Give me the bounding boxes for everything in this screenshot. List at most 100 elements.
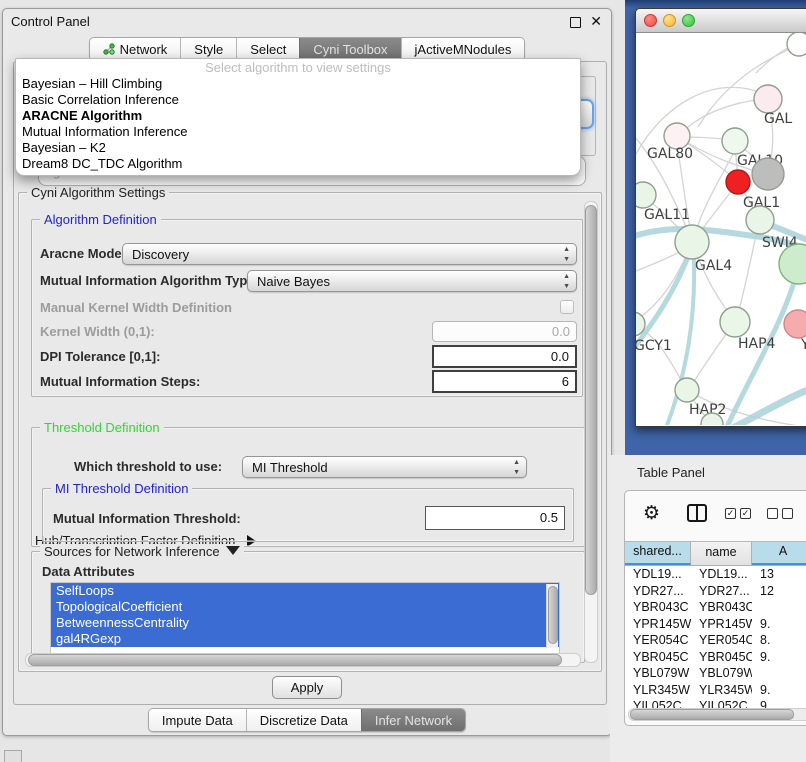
algorithm-option-dream8-dc-tdc-algorithm[interactable]: Dream8 DC_TDC Algorithm: [16, 156, 580, 172]
tab-label: Infer Network: [375, 713, 452, 728]
table-cell: 9.: [752, 616, 806, 633]
table-cell: YBR043C: [625, 599, 691, 616]
unchecked-checkbox-icon[interactable]: [782, 508, 793, 519]
tab-infer-network[interactable]: Infer Network: [361, 709, 465, 731]
network-node-gal1[interactable]: [726, 170, 750, 194]
table-row[interactable]: YDR27...YDR27...12: [625, 583, 806, 600]
tab-impute-data[interactable]: Impute Data: [149, 709, 246, 731]
table-row[interactable]: YBR043CYBR043C: [625, 599, 806, 616]
tab-select[interactable]: Select: [236, 38, 299, 60]
table-cell: YER054C: [691, 632, 752, 649]
algorithm-definition-title: Algorithm Definition: [40, 212, 161, 227]
apply-button[interactable]: Apply: [272, 676, 342, 699]
data-attributes-list[interactable]: SelfLoopsTopologicalCoefficientBetweenne…: [50, 582, 560, 658]
settings-vertical-scrollbar[interactable]: [584, 201, 598, 663]
tab-jactivemnodules[interactable]: jActiveMNodules: [401, 38, 525, 60]
column-header-a[interactable]: A: [752, 542, 806, 565]
attribute-item-selfloops[interactable]: SelfLoops: [51, 583, 559, 599]
attribute-item-gal4rgexp[interactable]: gal4RGexp: [51, 631, 559, 647]
close-button[interactable]: [644, 14, 657, 27]
table-row[interactable]: YBR045CYBR045C9.: [625, 649, 806, 666]
checked-checkbox-icon[interactable]: ✓: [740, 508, 751, 519]
table-row[interactable]: YPR145WYPR145W9.: [625, 616, 806, 633]
cyni-algorithm-settings-group: Cyni Algorithm Settings Algorithm Defini…: [18, 192, 602, 672]
tab-discretize-data[interactable]: Discretize Data: [246, 709, 361, 731]
aracne-mode-label: Aracne Mode:: [40, 246, 126, 261]
zoom-button[interactable]: [682, 14, 695, 27]
table-row[interactable]: YLR345WYLR345W9.: [625, 682, 806, 699]
table-row[interactable]: YBL079WYBL079W: [625, 665, 806, 682]
table-cell: YBL079W: [691, 665, 752, 682]
table-cell: 13: [752, 566, 806, 583]
column-header-shared[interactable]: shared...: [625, 542, 691, 565]
network-node-gal4[interactable]: [675, 225, 709, 259]
network-window-titlebar[interactable]: [636, 9, 806, 33]
network-node-label: Y: [800, 337, 806, 353]
algorithm-option-basic-correlation-inference[interactable]: Basic Correlation Inference: [16, 92, 580, 108]
algorithm-option-mutual-information-inference[interactable]: Mutual Information Inference: [16, 124, 580, 140]
aracne-mode-select[interactable]: Discovery ▲▼: [122, 243, 577, 265]
network-node-gal11[interactable]: [636, 182, 656, 208]
table-cell: YER054C: [625, 632, 691, 649]
network-node-swi4[interactable]: [746, 206, 774, 234]
network-node-hap2[interactable]: [675, 378, 699, 402]
resize-grip[interactable]: [4, 750, 22, 762]
float-window-icon[interactable]: [570, 17, 581, 28]
settings-horizontal-scrollbar[interactable]: [25, 653, 581, 667]
unchecked-checkbox-icon[interactable]: [767, 508, 778, 519]
threshold-definition-group: Threshold Definition Which threshold to …: [31, 427, 585, 547]
algorithm-option-bayesian-k2[interactable]: Bayesian – K2: [16, 140, 580, 156]
table-panel-region: Table Panel ⚙ ✓ ✓ shared...nameA YDL19..…: [610, 455, 806, 762]
table-row[interactable]: YER054CYER054C8.: [625, 632, 806, 649]
kernel-width-label: Kernel Width (0,1):: [40, 324, 155, 339]
minimize-button[interactable]: [663, 14, 676, 27]
network-node[interactable]: [787, 33, 806, 56]
mi-algorithm-type-select[interactable]: Naive Bayes ▲▼: [247, 270, 577, 292]
algorithm-option-aracne-algorithm[interactable]: ARACNE Algorithm: [16, 108, 580, 124]
mi-steps-input[interactable]: 6: [432, 370, 577, 393]
network-view-window: GALGAL80GAL10GAL1SWI4GAL11GAL4GCY1HAP4YH…: [635, 8, 806, 427]
network-canvas[interactable]: GALGAL80GAL10GAL1SWI4GAL11GAL4GCY1HAP4YH…: [636, 33, 806, 425]
network-node-y[interactable]: [784, 310, 806, 338]
data-attributes-label: Data Attributes: [42, 564, 135, 579]
mi-type-label: Mutual Information Algorithm Type:: [40, 273, 259, 288]
sources-title[interactable]: Sources for Network Inference: [40, 544, 244, 559]
table-row[interactable]: YDL19...YDL19...13: [625, 566, 806, 583]
split-columns-icon[interactable]: [687, 504, 707, 522]
kernel-width-input[interactable]: 0.0: [432, 321, 577, 342]
attribute-item-betweennesscentrality[interactable]: BetweennessCentrality: [51, 615, 559, 631]
cyni-bottom-tabs: Impute Data Discretize Data Infer Network: [3, 708, 611, 732]
node-table: shared...nameA YDL19...YDL19...13YDR27..…: [625, 541, 806, 715]
tab-label: Discretize Data: [260, 713, 348, 728]
dpi-tolerance-input[interactable]: 0.0: [432, 345, 577, 368]
network-edge[interactable]: [714, 377, 806, 425]
table-horizontal-scrollbar[interactable]: [628, 708, 806, 721]
checked-checkbox-icon[interactable]: ✓: [725, 508, 736, 519]
algorithm-placeholder: Select algorithm to view settings: [16, 59, 580, 76]
close-icon[interactable]: ✕: [590, 9, 602, 34]
column-header-name[interactable]: name: [691, 542, 752, 565]
tab-network[interactable]: Network: [90, 38, 181, 60]
sources-group: Sources for Network Inference Data Attri…: [31, 551, 585, 663]
network-node-hap4[interactable]: [720, 307, 750, 337]
tab-style[interactable]: Style: [180, 38, 236, 60]
list-scrollbar[interactable]: [546, 584, 558, 648]
combo-arrows-icon: ▲▼: [563, 245, 570, 265]
manual-kernel-checkbox[interactable]: [560, 300, 574, 314]
network-node-label: GAL: [764, 111, 792, 127]
scrollbar-thumb[interactable]: [548, 586, 558, 644]
which-threshold-select[interactable]: MI Threshold ▲▼: [242, 456, 527, 478]
network-node[interactable]: [752, 158, 784, 190]
scrollbar-thumb[interactable]: [28, 654, 562, 666]
algorithm-option-bayesian-hill-climbing[interactable]: Bayesian – Hill Climbing: [16, 76, 580, 92]
network-edge[interactable]: [678, 99, 767, 137]
network-node-gal[interactable]: [754, 85, 782, 113]
table-cell: 12: [752, 583, 806, 600]
scrollbar-thumb[interactable]: [630, 709, 794, 720]
scrollbar-thumb[interactable]: [585, 205, 597, 595]
gear-icon[interactable]: ⚙: [643, 501, 660, 527]
attribute-item-topologicalcoefficient[interactable]: TopologicalCoefficient: [51, 599, 559, 615]
mi-threshold-input[interactable]: 0.5: [425, 506, 565, 530]
tab-cyni-toolbox[interactable]: Cyni Toolbox: [299, 38, 400, 60]
network-node-gal10[interactable]: [722, 128, 748, 154]
